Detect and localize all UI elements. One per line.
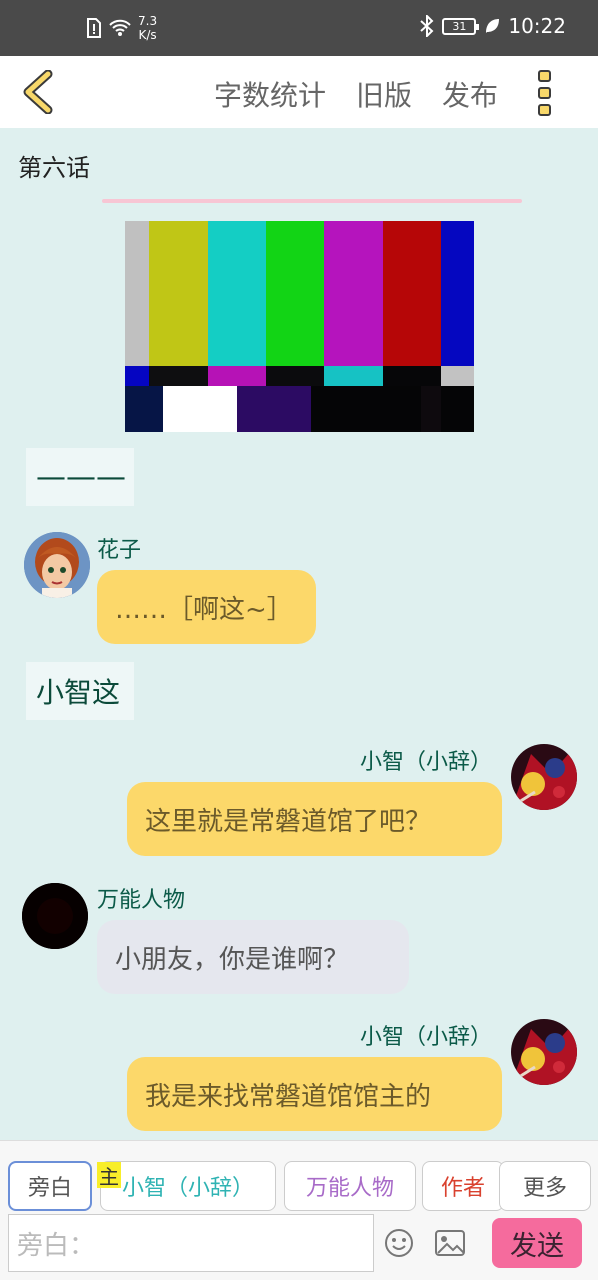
input-placeholder: 旁白： [17, 1230, 96, 1261]
message-text: 小朋友，你是谁啊？ [115, 944, 350, 975]
speed-unit: K/s [138, 28, 157, 42]
more-dot [538, 87, 551, 99]
message-text: 这里就是常磐道馆了吧？ [145, 806, 432, 837]
sim-alert-icon [87, 18, 101, 38]
send-label: 发送 [510, 1230, 564, 1262]
status-right: 31 10:22 [420, 14, 566, 38]
hanako-avatar-icon [24, 532, 90, 598]
publish-button[interactable]: 发布 [442, 74, 498, 114]
message-bubble[interactable]: 这里就是常磐道馆了吧？ [127, 782, 502, 856]
color-bars-middle [125, 366, 474, 386]
role-chip-author[interactable]: 作者 [422, 1161, 504, 1211]
satoshi-avatar-icon [511, 1019, 577, 1085]
emoji-icon[interactable] [384, 1228, 414, 1258]
more-dot [538, 104, 551, 116]
message-bubble[interactable]: 我是来找常磐道馆馆主的 [127, 1057, 502, 1131]
message-input[interactable]: 旁白： [8, 1214, 374, 1272]
app-bar: 字数统计 旧版 发布 [0, 56, 598, 128]
main-role-badge: 主 [97, 1162, 121, 1189]
back-arrow-icon[interactable] [20, 70, 60, 114]
compose-area: 旁白 小智（小辞） 万能人物 作者 更多 旁白： 发送 [0, 1140, 598, 1280]
role-chip-label: 万能人物 [305, 1176, 394, 1201]
message-bubble[interactable]: 小朋友，你是谁啊？ [97, 920, 409, 994]
avatar[interactable] [511, 1019, 577, 1085]
network-speed: 7.3 K/s [138, 14, 157, 42]
role-chip-label: 作者 [440, 1176, 485, 1201]
role-chip-universal[interactable]: 万能人物 [284, 1161, 416, 1211]
role-chip-narrator[interactable]: 旁白 [8, 1161, 92, 1211]
app-bar-actions: 字数统计 旧版 发布 [214, 74, 498, 114]
role-chip-label: 小智（小辞） [121, 1176, 254, 1201]
more-menu-icon[interactable] [538, 70, 560, 116]
narration-text: 小智这 [36, 676, 121, 709]
color-bars-top [125, 221, 474, 366]
generic-avatar-icon [22, 883, 88, 949]
speaker-name: 小智（小辞） [359, 1025, 492, 1050]
clock: 10:22 [508, 14, 566, 38]
message-text: 我是来找常磐道馆馆主的 [145, 1081, 432, 1112]
chapter-title: 第六话 [18, 154, 90, 182]
role-chip-xiaozhi[interactable]: 小智（小辞） [100, 1161, 276, 1211]
battery-icon: 31 [442, 17, 480, 35]
role-chip-label: 旁白 [27, 1176, 72, 1201]
leaf-icon [486, 19, 500, 33]
role-chip-more[interactable]: 更多 [499, 1161, 591, 1211]
speed-value: 7.3 [138, 14, 158, 28]
status-bar: 7.3 K/s 31 10:22 [0, 0, 598, 56]
word-count-button[interactable]: 字数统计 [214, 74, 326, 114]
role-chip-label: 更多 [522, 1176, 567, 1201]
narration-block[interactable]: ——— [26, 448, 134, 506]
color-bars-image[interactable] [125, 221, 474, 432]
avatar[interactable] [22, 883, 88, 949]
wifi-icon [109, 19, 131, 36]
satoshi-avatar-icon [511, 744, 577, 810]
message-bubble[interactable]: ……［啊这~］ [97, 570, 316, 644]
send-button[interactable]: 发送 [492, 1218, 582, 1268]
color-bars-bottom [125, 386, 474, 432]
more-dot [538, 70, 551, 82]
narration-block[interactable]: 小智这 [26, 662, 134, 720]
avatar[interactable] [24, 532, 90, 598]
bluetooth-icon [420, 15, 434, 37]
speaker-name: 花子 [97, 538, 142, 563]
status-left: 7.3 K/s [86, 14, 157, 42]
message-text: ……［啊这~］ [115, 594, 293, 625]
battery-level: 31 [452, 19, 467, 33]
speaker-name: 小智（小辞） [359, 750, 492, 775]
old-version-button[interactable]: 旧版 [356, 74, 412, 114]
avatar[interactable] [511, 744, 577, 810]
image-icon[interactable] [434, 1229, 466, 1257]
narration-text: ——— [36, 459, 126, 495]
divider [102, 199, 522, 203]
speaker-name: 万能人物 [97, 888, 186, 913]
